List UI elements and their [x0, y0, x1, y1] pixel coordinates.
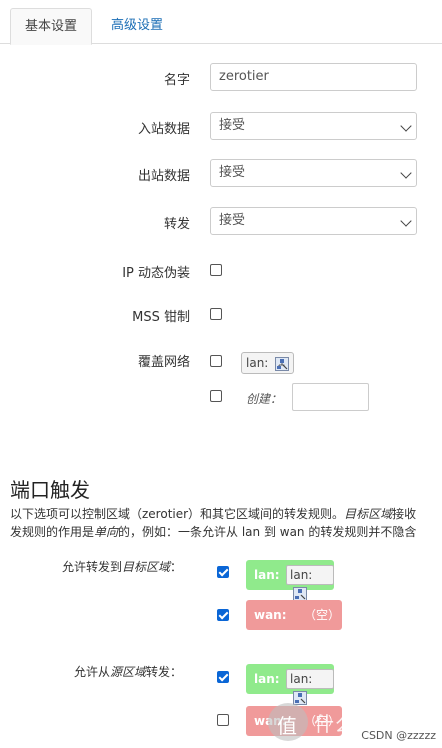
label-text: 允许转发到	[61, 560, 122, 574]
label-text: 允许从	[73, 665, 110, 679]
input-policy-label: 入站数据	[137, 122, 190, 137]
label-text: ：	[169, 560, 182, 574]
desc-text: 以下选项可以控制区域（zerotier）和其它区域间的转发规则。	[10, 507, 345, 521]
label-italic: 目标区域	[121, 560, 170, 574]
forward-policy-label: 转发	[163, 217, 190, 232]
network-icon	[293, 690, 307, 705]
desc-text: 的，例如：一条允许从 lan 到 wan 的转发规则并不隐含	[118, 525, 417, 539]
zone-network-chip: lan:	[286, 669, 334, 705]
section-description-line2: 发规则的作用是单向的，例如：一条允许从 lan 到 wan 的转发规则并不隐含	[10, 523, 416, 540]
output-policy-value: 接受	[219, 165, 246, 180]
src-lan-checkbox[interactable]	[217, 671, 229, 683]
output-policy-label: 出站数据	[137, 169, 190, 184]
name-label: 名字	[163, 73, 190, 88]
input-policy-select[interactable]: 接受	[210, 112, 417, 140]
zone-empty-text: （空）	[304, 608, 341, 622]
dest-zone-wan: wan: （空）	[246, 600, 342, 630]
masq-checkbox[interactable]	[210, 264, 222, 276]
create-network-checkbox[interactable]	[210, 390, 222, 402]
dest-wan-checkbox[interactable]	[217, 609, 229, 621]
desc-text: 接收	[392, 507, 417, 521]
chevron-down-icon	[400, 120, 412, 132]
create-network-label: 创建：	[246, 392, 283, 406]
tab-bar: 基本设置 高级设置	[0, 0, 442, 45]
section-title: 端口触发	[10, 478, 90, 502]
input-policy-value: 接受	[219, 118, 246, 133]
label-text: 转发：	[145, 665, 182, 679]
chevron-down-icon	[400, 215, 412, 227]
chevron-down-icon	[400, 167, 412, 179]
zone-name: lan:	[254, 672, 280, 686]
dest-lan-checkbox[interactable]	[217, 566, 229, 578]
covered-networks-label: 覆盖网络	[137, 355, 190, 370]
zone-network-chip: lan:	[286, 565, 334, 601]
zone-name: lan:	[254, 568, 280, 582]
forward-policy-value: 接受	[219, 213, 246, 228]
label-italic: 源区域	[109, 665, 146, 679]
src-zones-label: 允许从源区域转发：	[74, 663, 182, 680]
src-wan-checkbox[interactable]	[217, 714, 229, 726]
masq-label: IP 动态伪装	[122, 266, 190, 281]
name-input[interactable]: zerotier	[210, 63, 417, 91]
desc-italic: 单向	[94, 525, 119, 539]
create-network-input[interactable]	[292, 383, 369, 411]
zone-name: wan:	[254, 608, 287, 622]
network-icon	[293, 586, 307, 601]
covered-lan-checkbox[interactable]	[210, 355, 222, 367]
forward-policy-select[interactable]: 接受	[210, 207, 417, 235]
dest-zones-label: 允许转发到目标区域：	[62, 558, 182, 575]
output-policy-select[interactable]: 接受	[210, 159, 417, 187]
desc-text: 发规则的作用是	[10, 525, 95, 539]
src-zone-lan: lan: lan:	[246, 664, 334, 705]
watermark-logo-icon	[268, 703, 308, 741]
tab-basic-settings[interactable]: 基本设置	[10, 8, 93, 45]
watermark-csdn: CSDN @zzzzz	[361, 729, 436, 742]
zone-network-text: lan:	[290, 672, 313, 686]
tab-advanced-settings[interactable]: 高级设置	[97, 8, 177, 43]
network-icon	[275, 356, 290, 371]
covered-lan-text: lan:	[246, 356, 269, 370]
mss-checkbox[interactable]	[210, 308, 222, 320]
dest-zone-lan: lan: lan:	[246, 560, 334, 601]
desc-italic: 目标区域	[344, 507, 393, 521]
covered-lan-chip: lan:	[241, 352, 295, 374]
section-description-line1: 以下选项可以控制区域（zerotier）和其它区域间的转发规则。目标区域接收	[10, 505, 416, 522]
mss-label: MSS 钳制	[132, 310, 190, 325]
zone-network-text: lan:	[290, 568, 313, 582]
